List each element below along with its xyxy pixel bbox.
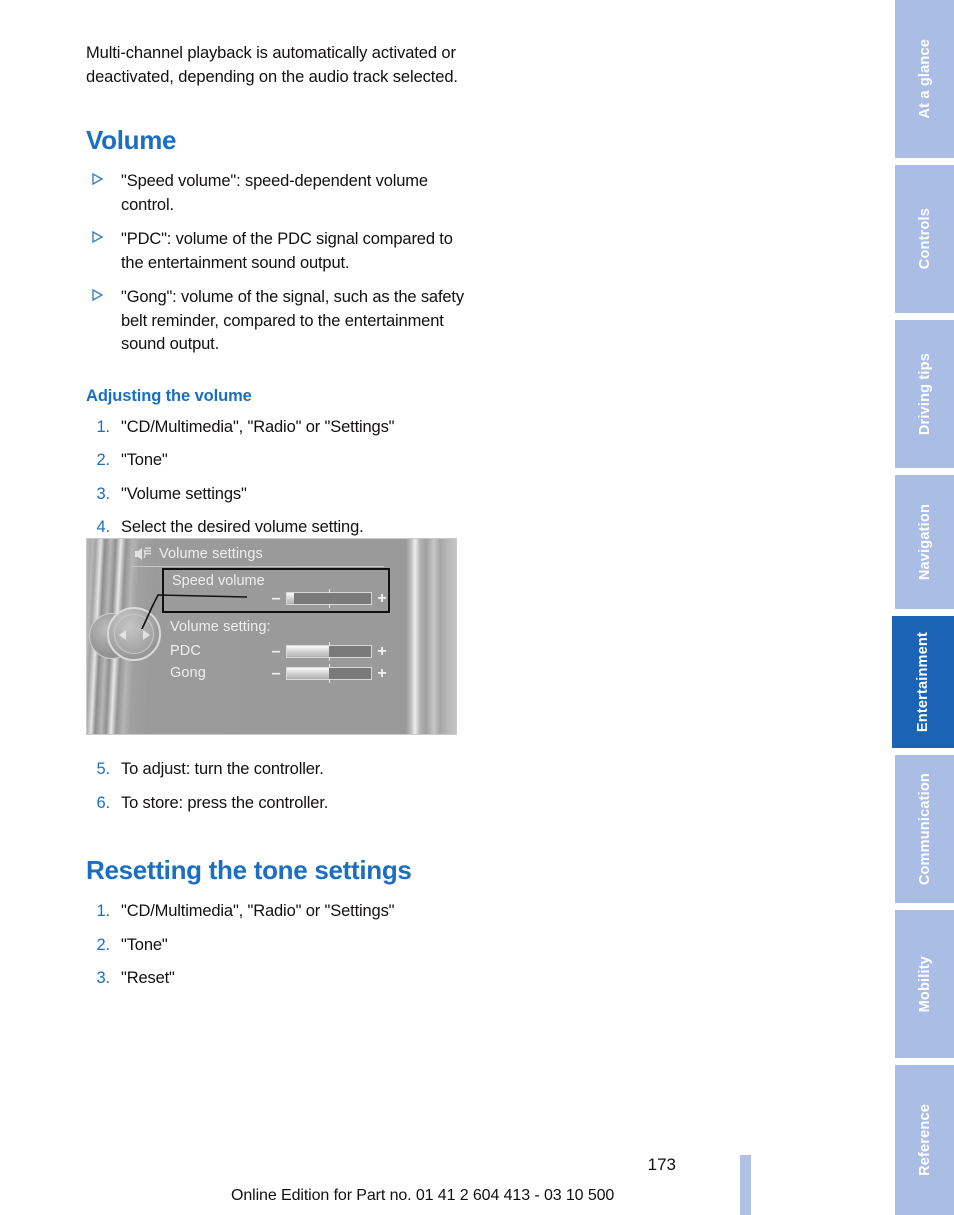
step-number: 6. <box>96 793 111 812</box>
slider-center-tick-icon <box>329 589 330 593</box>
list-item: 4. Select the desired volume setting. <box>86 516 476 540</box>
slider-track[interactable] <box>286 589 372 608</box>
pdc-slider[interactable]: – + <box>270 642 388 661</box>
slider-track[interactable] <box>286 664 372 683</box>
step-text: "Tone" <box>121 935 168 954</box>
list-item: 2. "Tone" <box>86 449 476 473</box>
tab-label: Communication <box>916 772 933 886</box>
minus-sign[interactable]: – <box>270 590 282 607</box>
step-number: 2. <box>96 935 111 954</box>
tab-reference[interactable]: Reference <box>895 1065 954 1215</box>
step-number: 1. <box>96 417 111 436</box>
step-text: Select the desired volume setting. <box>121 518 364 536</box>
tab-label: Mobility <box>916 955 933 1013</box>
page-number: 173 <box>647 1155 676 1174</box>
step-number: 2. <box>96 451 111 469</box>
manual-page: Multi-channel playback is automatically … <box>0 0 890 1215</box>
list-item: "PDC": volume of the PDC signal compared… <box>86 228 476 275</box>
subsection-title-adjusting-volume: Adjusting the volume <box>86 386 252 405</box>
plus-sign[interactable]: + <box>376 665 388 682</box>
list-item: "Speed volume": speed-dependent volume c… <box>86 170 476 217</box>
tab-controls[interactable]: Controls <box>895 165 954 313</box>
slider-center-tick-icon <box>329 679 330 683</box>
page-title: Volume <box>86 125 177 155</box>
idrive-controller-knob[interactable] <box>89 607 163 665</box>
step-text: "Reset" <box>121 969 175 987</box>
speed-volume-slider[interactable]: – + <box>270 589 388 608</box>
list-item: 6. To store: press the controller. <box>86 792 476 816</box>
list-item-label: "PDC": volume of the PDC signal compared… <box>121 230 453 272</box>
idrive-display-figure: Volume settings Speed volume – + Volume … <box>86 538 457 735</box>
tab-entertainment[interactable]: Entertainment <box>892 616 954 748</box>
list-item: "Gong": volume of the signal, such as th… <box>86 286 476 357</box>
tab-label: Entertainment <box>915 631 931 733</box>
footer-note: Online Edition for Part no. 01 41 2 604 … <box>231 1187 615 1204</box>
volume-setting-label: Volume setting: <box>170 619 271 635</box>
gong-label: Gong <box>170 665 206 681</box>
step-number: 4. <box>96 518 111 536</box>
step-number: 3. <box>96 484 111 503</box>
slider-fill <box>287 668 329 679</box>
slider-fill <box>287 646 329 657</box>
arrow-right-icon <box>143 630 150 640</box>
figure-header: Volume settings <box>132 542 384 567</box>
step-text: "CD/Multimedia", "Radio" or "Settings" <box>121 417 395 436</box>
slider-track[interactable] <box>286 642 372 661</box>
speaker-sound-icon <box>132 546 152 562</box>
pdc-label: PDC <box>170 643 201 659</box>
tab-label: At a glance <box>916 39 933 119</box>
tab-driving-tips[interactable]: Driving tips <box>895 320 954 468</box>
step-text: "Volume settings" <box>121 484 247 503</box>
step-text: To adjust: turn the controller. <box>121 760 324 778</box>
content-column-lower: 5. To adjust: turn the controller. 6. To… <box>86 748 476 991</box>
slider-fill <box>287 593 294 604</box>
step-number: 1. <box>96 902 111 920</box>
speed-volume-label: Speed volume <box>172 573 265 589</box>
gong-slider[interactable]: – + <box>270 664 388 683</box>
chapter-tab-rail: At a glance Controls Driving tips Naviga… <box>892 0 954 1215</box>
step-text: "Tone" <box>121 451 168 469</box>
tab-communication[interactable]: Communication <box>895 755 954 903</box>
list-item: 3. "Volume settings" <box>86 483 476 507</box>
slider-center-tick-icon <box>329 664 330 668</box>
minus-sign[interactable]: – <box>270 643 282 660</box>
list-item: 3. "Reset" <box>86 967 476 991</box>
adjusting-volume-steps: 1. "CD/Multimedia", "Radio" or "Settings… <box>86 416 476 540</box>
slider-center-tick-icon <box>329 604 330 608</box>
page-marker-bar <box>740 1155 751 1215</box>
step-number: 5. <box>96 760 111 778</box>
figure-header-title: Volume settings <box>159 546 263 562</box>
volume-bullet-list: "Speed volume": speed-dependent volume c… <box>86 170 476 357</box>
reset-steps: 1. "CD/Multimedia", "Radio" or "Settings… <box>86 900 476 991</box>
content-column: Multi-channel playback is automatically … <box>86 42 476 540</box>
list-item: 5. To adjust: turn the controller. <box>86 758 476 782</box>
step-text: To store: press the controller. <box>121 793 329 812</box>
tab-label: Controls <box>916 208 933 270</box>
list-item: 2. "Tone" <box>86 934 476 958</box>
list-item: 1. "CD/Multimedia", "Radio" or "Settings… <box>86 900 476 924</box>
adjusting-volume-steps-continued: 5. To adjust: turn the controller. 6. To… <box>86 758 476 815</box>
tab-mobility[interactable]: Mobility <box>895 910 954 1058</box>
slider-center-tick-icon <box>329 657 330 661</box>
intro-paragraph: Multi-channel playback is automatically … <box>86 44 458 86</box>
minus-sign[interactable]: – <box>270 665 282 682</box>
section-title-resetting-tone: Resetting the tone settings <box>86 855 412 885</box>
step-text: "CD/Multimedia", "Radio" or "Settings" <box>121 902 395 920</box>
tab-label: Reference <box>916 1104 933 1176</box>
step-number: 3. <box>96 969 111 987</box>
arrow-left-icon <box>119 630 126 640</box>
plus-sign[interactable]: + <box>376 590 388 607</box>
slider-center-tick-icon <box>329 642 330 646</box>
list-item: 1. "CD/Multimedia", "Radio" or "Settings… <box>86 416 476 440</box>
tab-at-a-glance[interactable]: At a glance <box>895 0 954 158</box>
tab-navigation[interactable]: Navigation <box>895 475 954 609</box>
list-item-label: "Speed volume": speed-dependent volume c… <box>121 172 428 214</box>
tab-label: Navigation <box>916 503 933 581</box>
list-item-label: "Gong": volume of the signal, such as th… <box>121 288 464 353</box>
plus-sign[interactable]: + <box>376 643 388 660</box>
tab-label: Driving tips <box>916 352 933 436</box>
